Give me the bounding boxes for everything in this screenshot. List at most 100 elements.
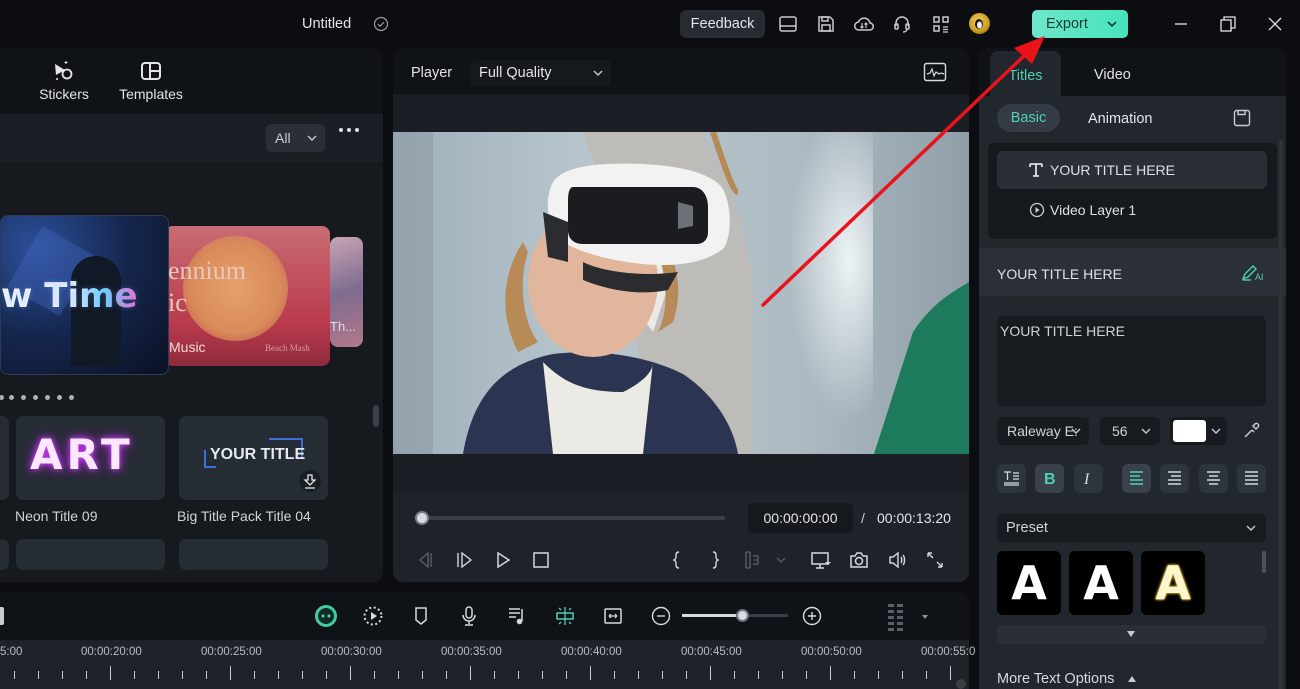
align-right-button[interactable] bbox=[1160, 464, 1189, 493]
carousel-dot[interactable] bbox=[57, 395, 62, 400]
preset-style-2[interactable]: A bbox=[1069, 551, 1133, 615]
feedback-button[interactable]: Feedback bbox=[680, 10, 765, 38]
mark-in-icon[interactable] bbox=[667, 550, 687, 570]
tab-templates[interactable]: Templates bbox=[118, 60, 184, 102]
panel-scrollbar[interactable] bbox=[1279, 140, 1283, 689]
mark-out-icon[interactable] bbox=[705, 550, 725, 570]
avatar[interactable] bbox=[969, 13, 990, 34]
scrollbar-thumb[interactable] bbox=[373, 405, 379, 427]
tab-titles[interactable]: Titles bbox=[990, 51, 1061, 96]
more-options-icon[interactable] bbox=[338, 126, 360, 134]
save-preset-icon[interactable] bbox=[1233, 109, 1251, 127]
preset-scrollbar[interactable] bbox=[1262, 551, 1266, 573]
carousel-dot[interactable] bbox=[0, 395, 4, 400]
carousel-card-2-text: ennium bbox=[168, 256, 246, 285]
track-layout-icon[interactable] bbox=[887, 603, 905, 631]
close-icon[interactable] bbox=[1265, 14, 1285, 34]
align-center-button[interactable] bbox=[1199, 464, 1228, 493]
expand-presets-button[interactable] bbox=[997, 625, 1266, 644]
stop-icon[interactable] bbox=[531, 550, 551, 570]
preset-dropdown[interactable]: Preset bbox=[997, 514, 1266, 542]
tab-video[interactable]: Video bbox=[1094, 67, 1131, 83]
snapshot-camera-icon[interactable] bbox=[849, 550, 869, 570]
video-preview[interactable] bbox=[393, 132, 969, 454]
title-card[interactable] bbox=[179, 539, 328, 570]
volume-icon[interactable] bbox=[887, 550, 907, 570]
carousel-card-2[interactable]: ennium ic Music Beach Mash bbox=[165, 226, 330, 366]
next-frame-icon[interactable] bbox=[454, 550, 474, 570]
layer-item-title[interactable]: YOUR TITLE HERE bbox=[997, 151, 1267, 189]
fit-to-timeline-icon[interactable] bbox=[602, 605, 624, 627]
subtab-basic[interactable]: Basic bbox=[997, 104, 1060, 132]
ruler-tick bbox=[830, 666, 831, 680]
quality-dropdown[interactable]: Full Quality bbox=[470, 60, 611, 86]
waveform-scope-icon[interactable] bbox=[923, 62, 947, 82]
restore-icon[interactable] bbox=[1218, 14, 1238, 34]
caret-down-icon[interactable] bbox=[921, 614, 929, 620]
preset-style-3[interactable]: A bbox=[1141, 551, 1205, 615]
ai-assistant-icon[interactable] bbox=[314, 604, 338, 628]
ruler-tick bbox=[590, 666, 591, 680]
carousel-card-1[interactable]: w Time bbox=[0, 215, 169, 375]
layer-item-video[interactable]: Video Layer 1 bbox=[1050, 202, 1136, 218]
previous-frame-icon[interactable] bbox=[415, 550, 435, 570]
left-media-panel: Stickers Templates All Th... ennium ic M… bbox=[0, 48, 383, 582]
microphone-icon[interactable] bbox=[458, 605, 480, 627]
font-size-dropdown[interactable]: 56 bbox=[1100, 417, 1160, 445]
playback-scrubber[interactable] bbox=[420, 516, 725, 520]
project-title[interactable]: Untitled bbox=[302, 16, 351, 32]
split-scene-icon[interactable] bbox=[554, 605, 576, 627]
bold-button[interactable]: B bbox=[1035, 464, 1064, 493]
export-button[interactable]: Export bbox=[1032, 10, 1128, 38]
subtab-animation[interactable]: Animation bbox=[1088, 111, 1152, 127]
title-card-big-title-pack-04[interactable]: YOUR TITLE bbox=[179, 416, 328, 500]
font-family-dropdown[interactable]: Raleway E: bbox=[997, 417, 1089, 445]
play-icon[interactable] bbox=[493, 550, 513, 570]
more-text-options-toggle[interactable]: More Text Options bbox=[997, 671, 1137, 687]
timeline-edge-handle[interactable] bbox=[0, 607, 4, 625]
apps-grid-icon[interactable] bbox=[931, 14, 951, 34]
italic-button[interactable]: I bbox=[1074, 464, 1103, 493]
text-spacing-button[interactable] bbox=[997, 464, 1026, 493]
tab-stickers[interactable]: Stickers bbox=[38, 60, 90, 102]
support-headset-icon[interactable] bbox=[892, 14, 912, 34]
text-color-picker[interactable] bbox=[1170, 417, 1227, 445]
filter-dropdown[interactable]: All bbox=[266, 124, 325, 152]
preset-style-1[interactable]: A bbox=[997, 551, 1061, 615]
minimize-icon[interactable] bbox=[1171, 14, 1191, 34]
title-card-neon-title-09[interactable]: ART bbox=[16, 416, 165, 500]
cloud-sync-icon[interactable] bbox=[854, 14, 874, 34]
timeline-scroll-handle[interactable] bbox=[956, 679, 966, 689]
zoom-out-icon[interactable] bbox=[650, 605, 672, 627]
carousel-dot[interactable] bbox=[45, 395, 50, 400]
zoom-in-icon[interactable] bbox=[801, 605, 823, 627]
ai-copywriting-icon[interactable]: AI bbox=[1241, 264, 1265, 282]
title-card-partial[interactable] bbox=[0, 539, 9, 570]
save-icon[interactable] bbox=[816, 14, 836, 34]
playhead-knob[interactable] bbox=[415, 511, 429, 525]
carousel-card-3[interactable]: Th... bbox=[330, 237, 363, 347]
marker-icon[interactable] bbox=[410, 605, 432, 627]
carousel-dot[interactable] bbox=[33, 395, 38, 400]
title-card-partial[interactable] bbox=[0, 416, 9, 500]
download-icon[interactable] bbox=[299, 470, 321, 492]
justify-button[interactable] bbox=[1237, 464, 1266, 493]
title-card[interactable] bbox=[16, 539, 165, 570]
align-left-button[interactable] bbox=[1122, 464, 1151, 493]
carousel-dot[interactable] bbox=[21, 395, 26, 400]
chevron-down-icon[interactable] bbox=[1106, 10, 1118, 38]
carousel-card-2-text2: ic bbox=[168, 288, 187, 317]
ruler-tick bbox=[374, 671, 375, 679]
auto-highlight-icon[interactable] bbox=[362, 605, 384, 627]
display-settings-icon[interactable] bbox=[810, 550, 832, 570]
eyedropper-icon[interactable] bbox=[1242, 422, 1260, 440]
title-text-input[interactable]: YOUR TITLE HERE bbox=[997, 316, 1266, 406]
audio-list-icon[interactable] bbox=[506, 605, 528, 627]
layout-icon[interactable] bbox=[778, 14, 798, 34]
carousel-dot[interactable] bbox=[69, 395, 74, 400]
current-timecode[interactable]: 00:00:00:00 bbox=[748, 503, 853, 533]
fullscreen-icon[interactable] bbox=[925, 550, 945, 570]
insert-clip-icon[interactable] bbox=[743, 550, 763, 570]
chevron-down-icon[interactable] bbox=[775, 550, 787, 570]
carousel-dot[interactable] bbox=[9, 395, 14, 400]
